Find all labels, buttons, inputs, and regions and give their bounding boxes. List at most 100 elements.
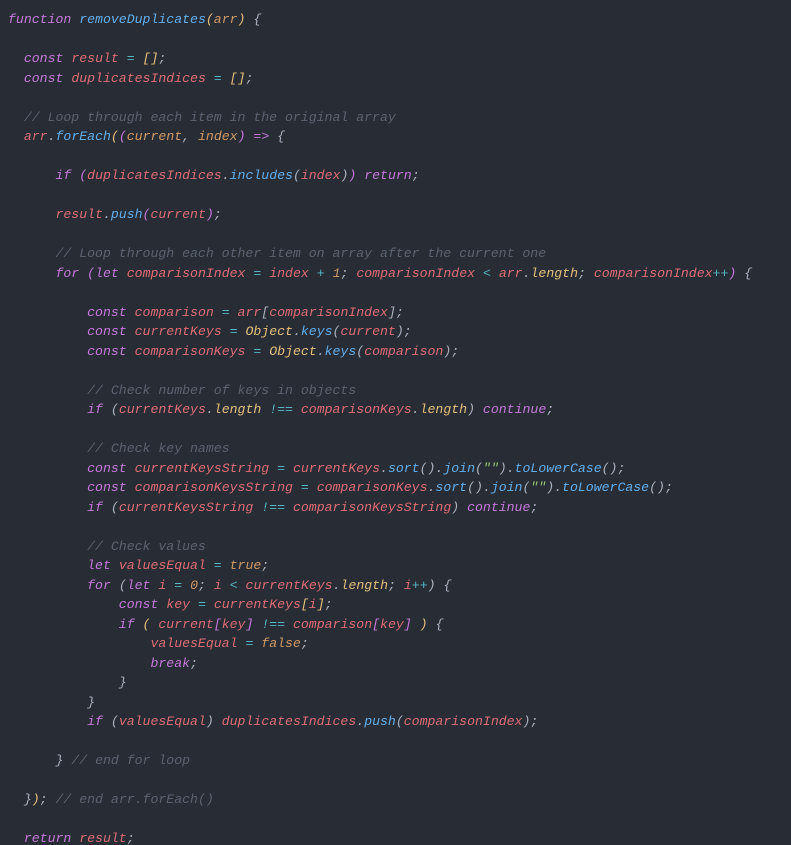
op-eq: =: [301, 480, 309, 495]
op-eq: =: [222, 305, 230, 320]
op-eq: =: [253, 344, 261, 359]
var-duplicatesIndices: duplicatesIndices: [87, 168, 222, 183]
num-zero: 0: [190, 578, 198, 593]
comment: // Check key names: [87, 441, 229, 456]
code-editor[interactable]: function removeDuplicates(arr) { const r…: [0, 0, 791, 845]
prop-length: length: [420, 402, 467, 417]
op-eq: =: [214, 558, 222, 573]
op-neq: !==: [261, 617, 285, 632]
empty-array: []: [230, 71, 246, 86]
var-key: key: [222, 617, 246, 632]
op-eq: =: [277, 461, 285, 476]
keyword-function: function: [8, 12, 71, 27]
var-result: result: [71, 51, 118, 66]
keyword-break: break: [150, 656, 190, 671]
op-eq: =: [214, 71, 222, 86]
keyword-const: const: [24, 51, 64, 66]
var-currentKeys: currentKeys: [246, 578, 333, 593]
var-comparison: comparison: [293, 617, 372, 632]
arrow: =>: [253, 129, 269, 144]
param-index: index: [198, 129, 238, 144]
fn-keys: keys: [325, 344, 357, 359]
comment: // Check number of keys in objects: [87, 383, 356, 398]
op-eq: =: [245, 636, 253, 651]
keyword-continue: continue: [483, 402, 546, 417]
fn-removeDuplicates: removeDuplicates: [79, 12, 206, 27]
keyword-for: for: [55, 266, 79, 281]
var-currentKeys: currentKeys: [135, 324, 222, 339]
var-currentKeys: currentKeys: [119, 402, 206, 417]
var-current: current: [150, 207, 205, 222]
fn-forEach: forEach: [56, 129, 111, 144]
var-comparisonIndex: comparisonIndex: [269, 305, 388, 320]
empty-array: []: [143, 51, 159, 66]
var-result: result: [79, 831, 126, 845]
var-comparisonIndex: comparisonIndex: [356, 266, 475, 281]
var-currentKeys: currentKeys: [214, 597, 301, 612]
var-i: i: [309, 597, 317, 612]
keyword-let: let: [127, 578, 151, 593]
var-comparisonIndex: comparisonIndex: [594, 266, 713, 281]
bool-true: true: [230, 558, 262, 573]
str-empty: "": [530, 480, 546, 495]
var-arr: arr: [24, 129, 48, 144]
keyword-const: const: [24, 71, 64, 86]
var-comparisonKeys: comparisonKeys: [317, 480, 428, 495]
op-lt: <: [230, 578, 238, 593]
op-lt: <: [483, 266, 491, 281]
var-comparison: comparison: [364, 344, 443, 359]
keyword-let: let: [87, 558, 111, 573]
var-duplicatesIndices: duplicatesIndices: [222, 714, 357, 729]
fn-sort: sort: [388, 461, 420, 476]
keyword-if: if: [87, 500, 103, 515]
var-comparisonKeys: comparisonKeys: [135, 344, 246, 359]
keyword-if: if: [87, 714, 103, 729]
var-index: index: [269, 266, 309, 281]
var-i: i: [158, 578, 166, 593]
param-arr: arr: [214, 12, 238, 27]
comment: // end arr.forEach(): [56, 792, 214, 807]
fn-push: push: [111, 207, 143, 222]
var-i: i: [214, 578, 222, 593]
var-comparisonIndex: comparisonIndex: [127, 266, 246, 281]
var-comparisonKeysString: comparisonKeysString: [135, 480, 293, 495]
fn-push: push: [364, 714, 396, 729]
var-current: current: [158, 617, 213, 632]
var-key: key: [166, 597, 190, 612]
comment: // Check values: [87, 539, 206, 554]
op-neq: !==: [261, 500, 285, 515]
prop-length: length: [341, 578, 388, 593]
str-empty: "": [483, 461, 499, 476]
keyword-let: let: [95, 266, 119, 281]
var-comparisonKeysString: comparisonKeysString: [293, 500, 451, 515]
var-key: key: [380, 617, 404, 632]
keyword-const: const: [87, 480, 127, 495]
op-eq: =: [127, 51, 135, 66]
var-arr: arr: [499, 266, 523, 281]
var-duplicatesIndices: duplicatesIndices: [71, 71, 206, 86]
keyword-if: if: [55, 168, 71, 183]
var-currentKeysString: currentKeysString: [119, 500, 254, 515]
param-current: current: [127, 129, 182, 144]
keyword-return: return: [24, 831, 71, 845]
op-eq: =: [174, 578, 182, 593]
var-valuesEqual: valuesEqual: [119, 558, 206, 573]
fn-sort: sort: [435, 480, 467, 495]
fn-toLowerCase: toLowerCase: [515, 461, 602, 476]
keyword-const: const: [87, 324, 127, 339]
op-inc: ++: [713, 266, 729, 281]
fn-includes: includes: [230, 168, 293, 183]
obj-Object: Object: [269, 344, 316, 359]
op-eq: =: [230, 324, 238, 339]
fn-toLowerCase: toLowerCase: [562, 480, 649, 495]
op-neq: !==: [269, 402, 293, 417]
op-eq: =: [198, 597, 206, 612]
var-currentKeys: currentKeys: [293, 461, 380, 476]
keyword-const: const: [87, 305, 127, 320]
keyword-for: for: [87, 578, 111, 593]
var-comparisonIndex: comparisonIndex: [404, 714, 523, 729]
var-arr: arr: [238, 305, 262, 320]
fn-keys: keys: [301, 324, 333, 339]
op-plus: +: [317, 266, 325, 281]
prop-length: length: [531, 266, 578, 281]
